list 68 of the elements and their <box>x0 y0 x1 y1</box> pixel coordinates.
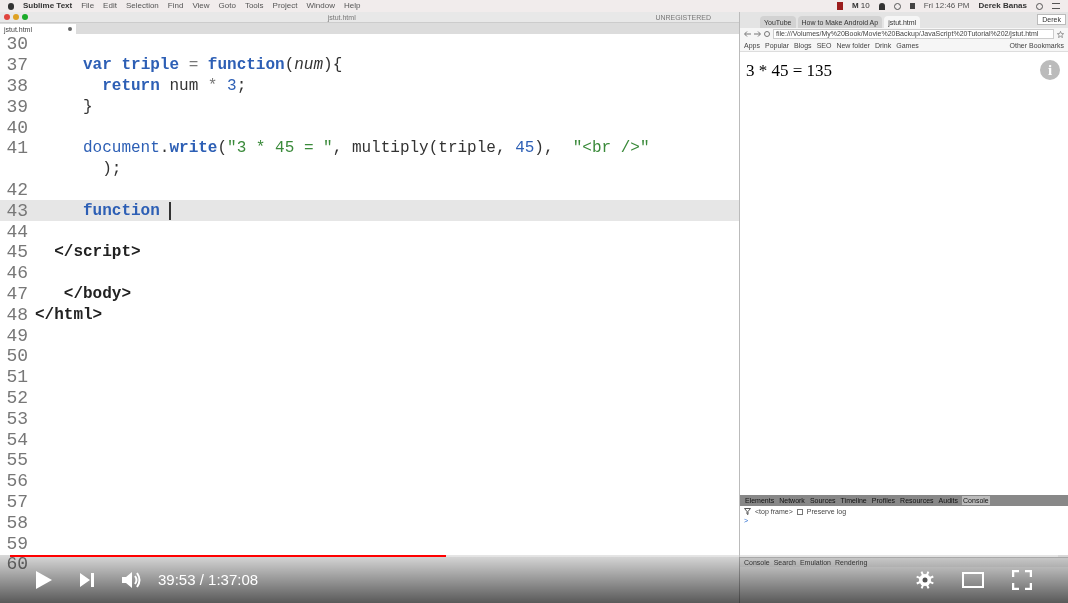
code-text: ); <box>101 159 122 181</box>
line-number: 59 <box>5 534 28 553</box>
next-icon[interactable] <box>80 573 94 587</box>
line-number: 54 <box>5 430 28 449</box>
line-number: 57 <box>5 492 28 511</box>
page-text: 3 * 45 = 135 <box>746 60 833 82</box>
line-number: 52 <box>5 388 28 407</box>
line-number: 44 <box>5 222 28 241</box>
theater-mode-icon[interactable] <box>962 572 984 588</box>
play-icon[interactable] <box>36 571 52 589</box>
code-text: </script> <box>53 242 141 264</box>
menu-item[interactable]: Edit <box>103 2 117 10</box>
menu-user[interactable]: Derek Banas <box>978 2 1027 10</box>
line-number: 40 <box>5 118 28 137</box>
star-icon[interactable] <box>1057 30 1064 38</box>
line-number: 42 <box>5 180 28 199</box>
close-icon[interactable] <box>4 14 10 20</box>
line-number: 37 <box>5 56 28 75</box>
line-number: 58 <box>5 513 28 532</box>
preserve-log-checkbox[interactable] <box>796 508 803 515</box>
line-number: 38 <box>5 77 28 95</box>
line-number: 46 <box>5 264 28 283</box>
close-tab-icon[interactable] <box>68 27 72 31</box>
menu-item[interactable]: Help <box>343 2 361 10</box>
menu-item[interactable]: Find <box>167 2 184 10</box>
menu-clock[interactable]: Fri 12:46 PM <box>923 2 970 10</box>
back-icon[interactable] <box>744 31 751 37</box>
fullscreen-icon[interactable] <box>1012 570 1032 590</box>
line-number: 45 <box>5 243 28 262</box>
text-cursor <box>169 201 172 220</box>
line-number: 51 <box>5 368 28 387</box>
code-text: function <box>35 198 172 223</box>
menu-item[interactable]: Project <box>272 2 298 10</box>
menu-item[interactable]: Selection <box>125 2 159 10</box>
bell-icon[interactable] <box>878 2 885 10</box>
menu-item[interactable]: File <box>81 2 95 10</box>
settings-icon[interactable] <box>916 571 934 589</box>
line-number: 53 <box>5 409 28 428</box>
code-text: </body> <box>62 283 131 305</box>
code-text: </html> <box>35 304 103 326</box>
line-number: 55 <box>5 451 28 470</box>
volume-icon[interactable] <box>122 571 142 589</box>
line-number: 30 <box>5 35 28 54</box>
menu-app-name[interactable]: Sublime Text <box>23 2 73 10</box>
line-number: 49 <box>5 326 28 345</box>
filter-icon[interactable] <box>744 508 751 515</box>
code-text: var triple = function(num){ <box>82 55 343 77</box>
list-icon[interactable] <box>1052 3 1060 9</box>
line-number: 39 <box>5 97 28 116</box>
menu-item[interactable]: Goto <box>218 2 236 10</box>
forward-icon[interactable] <box>754 31 761 37</box>
line-number: 48 <box>5 305 28 324</box>
status-square-icon[interactable] <box>836 2 843 10</box>
menu-item[interactable]: Window <box>306 2 335 10</box>
time-display: 39:53 / 1:37:08 <box>158 569 259 590</box>
code-text: return num * 3; <box>101 76 247 97</box>
line-number: 41 <box>5 139 28 158</box>
line-number: 50 <box>5 347 28 366</box>
line-number: 56 <box>5 472 28 491</box>
menu-item[interactable]: View <box>192 2 210 10</box>
menu-item[interactable]: Tools <box>244 2 264 10</box>
code-text: } <box>82 96 93 118</box>
line-number: 60 <box>5 555 28 574</box>
mail-status[interactable]: M 10 <box>851 2 870 10</box>
code-text: document.write("3 * 45 = ", multiply(triple, 45), "<br />" <box>82 138 650 160</box>
line-number: 43 <box>5 201 28 220</box>
maximize-icon[interactable] <box>22 14 28 20</box>
line-number: 47 <box>5 284 28 303</box>
